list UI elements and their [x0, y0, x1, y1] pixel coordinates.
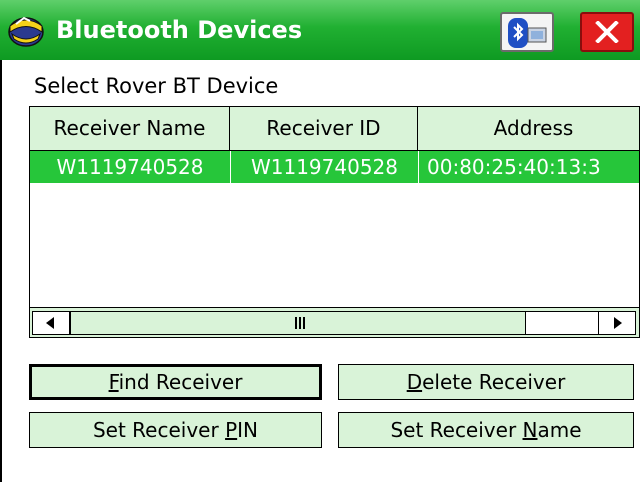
device-list[interactable]: Receiver Name Receiver ID Address W11197… — [29, 106, 640, 338]
find-receiver-button[interactable]: Find Receiver — [29, 364, 322, 400]
set-name-label: ame — [537, 418, 582, 442]
scroll-left-button[interactable] — [32, 311, 70, 335]
title-bar: Bluetooth Devices — [0, 0, 640, 60]
delete-receiver-label: elete Receiver — [422, 370, 566, 394]
window-left-border — [0, 60, 2, 482]
delete-receiver-mnemonic: D — [406, 370, 423, 394]
window-title: Bluetooth Devices — [56, 16, 303, 44]
find-receiver-mnemonic: F — [108, 370, 119, 394]
column-header-receiver-id[interactable]: Receiver ID — [230, 107, 418, 150]
globe-app-icon — [8, 16, 44, 47]
cell-receiver-name: W1119740528 — [56, 155, 204, 179]
arrow-left-icon — [46, 317, 54, 329]
set-receiver-pin-button[interactable]: Set Receiver PIN — [29, 412, 322, 448]
bluetooth-icon — [508, 18, 547, 48]
set-pin-mnemonic: P — [225, 418, 238, 442]
set-receiver-name-button[interactable]: Set Receiver Name — [338, 412, 634, 448]
horizontal-scrollbar[interactable] — [30, 307, 639, 337]
close-button[interactable] — [580, 12, 634, 52]
grip-icon — [295, 317, 305, 329]
set-pin-label: IN — [237, 418, 258, 442]
instruction-label: Select Rover BT Device — [34, 74, 279, 98]
column-header-receiver-name[interactable]: Receiver Name — [30, 107, 230, 150]
find-receiver-label: ind Receiver — [118, 370, 243, 394]
close-icon — [595, 21, 619, 43]
cell-receiver-id: W1119740528 — [230, 151, 418, 183]
delete-receiver-button[interactable]: Delete Receiver — [338, 364, 634, 400]
arrow-right-icon — [614, 317, 622, 329]
bluetooth-button[interactable] — [500, 12, 554, 52]
list-header: Receiver Name Receiver ID Address — [30, 107, 639, 151]
set-pin-label-pre: Set Receiver — [92, 418, 226, 442]
scroll-track[interactable] — [526, 311, 598, 335]
column-header-address[interactable]: Address — [418, 107, 639, 150]
cell-address: 00:80:25:40:13:3 — [418, 151, 639, 183]
scroll-thumb[interactable] — [70, 311, 526, 335]
set-name-mnemonic: N — [522, 418, 538, 442]
scroll-right-button[interactable] — [598, 311, 636, 335]
device-row[interactable]: W1119740528 W1119740528 00:80:25:40:13:3 — [30, 151, 639, 183]
set-name-label-pre: Set Receiver — [390, 418, 523, 442]
